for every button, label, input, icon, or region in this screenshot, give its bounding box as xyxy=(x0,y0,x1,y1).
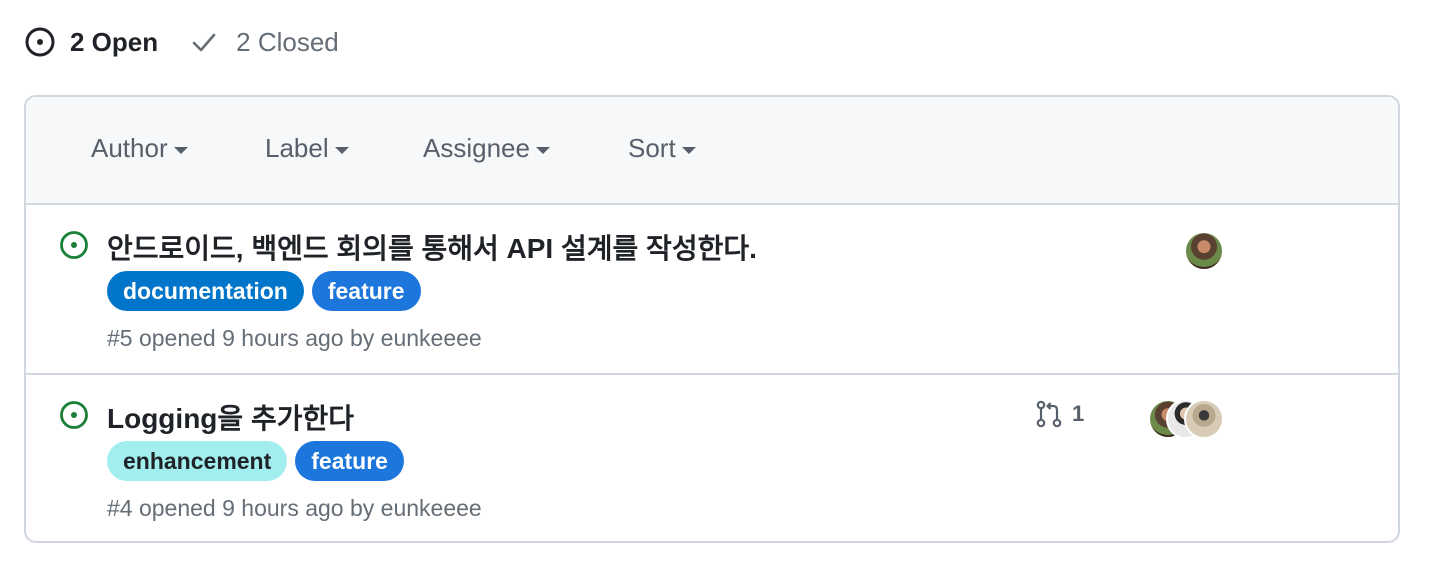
issue-row: Logging을 추가한다 1 enhancement feature #4 o… xyxy=(26,373,1398,541)
label-filter-label: Label xyxy=(265,133,329,163)
label-enhancement[interactable]: enhancement xyxy=(107,441,288,481)
open-issues-tab[interactable]: 2 Open xyxy=(24,26,158,58)
issue-labels: documentation feature xyxy=(107,271,421,311)
closed-count-label: 2 Closed xyxy=(236,26,339,57)
caret-down-icon xyxy=(334,146,349,154)
issue-meta: #5 opened 9 hours ago by eunkeeee xyxy=(107,325,482,351)
sort-filter[interactable]: Sort xyxy=(628,133,696,164)
label-feature[interactable]: feature xyxy=(311,271,421,311)
issue-opened-icon xyxy=(24,26,56,58)
author-filter[interactable]: Author xyxy=(91,133,188,164)
caret-down-icon xyxy=(681,146,696,154)
git-pull-request-icon xyxy=(1034,399,1064,429)
issues-list: Author Label Assignee Sort 안드로이드, 백엔드 회의… xyxy=(24,95,1400,543)
caret-down-icon xyxy=(535,146,550,154)
issue-row: 안드로이드, 백엔드 회의를 통해서 API 설계를 작성한다. documen… xyxy=(26,205,1398,373)
check-icon xyxy=(188,26,220,58)
issue-meta: #4 opened 9 hours ago by eunkeeee xyxy=(107,495,482,521)
issue-title-link[interactable]: 안드로이드, 백엔드 회의를 통해서 API 설계를 작성한다. xyxy=(107,227,757,267)
assignee-avatar[interactable] xyxy=(1184,399,1224,439)
linked-pr-count: 1 xyxy=(1072,401,1085,426)
issue-labels: enhancement feature xyxy=(107,441,404,481)
open-count-label: 2 Open xyxy=(70,26,159,57)
issue-state-tabs: 2 Open 2 Closed xyxy=(24,22,339,62)
caret-down-icon xyxy=(173,146,188,154)
filter-bar: Author Label Assignee Sort xyxy=(26,97,1398,205)
assignee-avatar[interactable] xyxy=(1184,231,1224,271)
issue-opened-icon xyxy=(58,399,90,431)
label-filter[interactable]: Label xyxy=(265,133,349,164)
label-documentation[interactable]: documentation xyxy=(107,271,304,311)
assignee-filter[interactable]: Assignee xyxy=(423,133,550,164)
closed-issues-tab[interactable]: 2 Closed xyxy=(188,26,339,58)
label-feature[interactable]: feature xyxy=(295,441,404,481)
issue-title-link[interactable]: Logging을 추가한다 xyxy=(107,397,354,437)
issue-opened-icon xyxy=(58,229,90,261)
assignee-filter-label: Assignee xyxy=(423,133,530,163)
author-filter-label: Author xyxy=(91,133,168,163)
sort-filter-label: Sort xyxy=(628,133,676,163)
linked-pull-request[interactable]: 1 xyxy=(1034,399,1084,429)
